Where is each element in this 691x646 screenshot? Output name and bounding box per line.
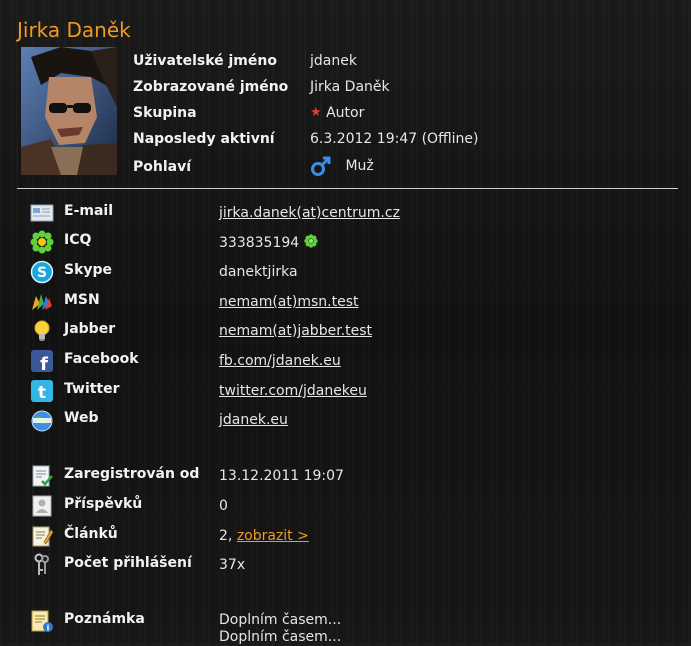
skype-icon: S	[30, 260, 54, 284]
contact-label: Twitter	[64, 381, 120, 397]
svg-text:i: i	[47, 624, 50, 633]
contact-row-email: E-mail jirka.danek(at)centrum.cz	[30, 203, 670, 229]
twitter-icon: t	[30, 379, 54, 403]
info-label: Skupina	[133, 105, 197, 121]
avatar	[21, 47, 117, 175]
divider	[17, 188, 678, 189]
posts-icon	[30, 494, 54, 518]
icq-number: 333835194	[219, 235, 300, 251]
web-link[interactable]: jdanek.eu	[219, 412, 288, 428]
articles-icon	[30, 524, 54, 548]
note-line: Doplním časem...	[219, 612, 342, 628]
note-text: Doplním časem... Doplním časem...	[219, 612, 341, 646]
star-icon: ★	[310, 105, 322, 120]
keys-icon	[30, 553, 54, 577]
stat-value: 0	[219, 498, 228, 514]
info-value: jdanek	[310, 53, 357, 69]
show-articles-link[interactable]: zobrazit >	[237, 528, 309, 544]
contact-label: Web	[64, 410, 99, 426]
msn-icon	[30, 290, 54, 314]
contact-row-facebook: f Facebook fb.com/jdanek.eu	[30, 349, 670, 377]
info-label: Zobrazované jméno	[133, 79, 289, 95]
contact-row-web: Web jdanek.eu	[30, 410, 670, 436]
stat-row-registered: Zaregistrován od 13.12.2011 19:07	[30, 464, 670, 492]
skype-value: danektjirka	[219, 264, 298, 280]
stat-row-logins: Počet přihlášení 37x	[30, 553, 670, 581]
contact-label: ICQ	[64, 232, 92, 248]
contact-row-msn: MSN nemam(at)msn.test	[30, 292, 670, 318]
contact-label: E-mail	[64, 203, 114, 219]
stat-label: Příspěvků	[64, 496, 143, 512]
web-icon	[30, 408, 54, 432]
msn-link[interactable]: nemam(at)msn.test	[219, 294, 358, 310]
stat-value: 37x	[219, 557, 246, 573]
stat-row-articles: Článků 2, zobrazit >	[30, 526, 670, 552]
email-icon	[30, 201, 54, 225]
contact-row-icq: ICQ 333835194	[30, 230, 670, 258]
note-icon: i	[30, 609, 54, 633]
registration-icon	[30, 464, 54, 488]
stat-label: Zaregistrován od	[64, 466, 200, 482]
icq-value: 333835194	[219, 234, 318, 252]
svg-text:S: S	[37, 265, 47, 281]
contact-label: MSN	[64, 292, 100, 308]
contact-row-twitter: t Twitter twitter.com/jdanekeu	[30, 379, 670, 407]
info-value: ★ Autor	[310, 105, 364, 121]
note-line: Doplním časem...	[219, 629, 342, 645]
contact-label: Jabber	[64, 321, 116, 337]
profile-title: Jirka Daněk	[17, 18, 131, 42]
gender-value: Muž	[345, 158, 374, 174]
jabber-link[interactable]: nemam(at)jabber.test	[219, 323, 372, 339]
facebook-link[interactable]: fb.com/jdanek.eu	[219, 353, 341, 369]
icq-icon	[30, 230, 54, 254]
jabber-icon	[30, 319, 54, 343]
stat-value: 2, zobrazit >	[219, 528, 309, 544]
contact-label: Skype	[64, 262, 113, 278]
info-value: Muž	[310, 155, 374, 177]
info-value: 6.3.2012 19:47 (Offline)	[310, 131, 479, 147]
contact-row-jabber: Jabber nemam(at)jabber.test	[30, 319, 670, 347]
male-icon	[310, 155, 332, 177]
info-label: Naposledy aktivní	[133, 131, 275, 147]
email-link[interactable]: jirka.danek(at)centrum.cz	[219, 205, 400, 221]
contact-label: Facebook	[64, 351, 139, 367]
stat-value: 13.12.2011 19:07	[219, 468, 344, 484]
note-row: i Poznámka	[30, 609, 670, 637]
info-label: Uživatelské jméno	[133, 53, 277, 69]
stat-label: Článků	[64, 526, 118, 542]
svg-text:f: f	[40, 354, 48, 373]
info-label: Pohlaví	[133, 159, 192, 175]
stat-row-posts: Příspěvků 0	[30, 494, 670, 522]
info-value: Jirka Daněk	[310, 79, 390, 95]
article-count: 2,	[219, 528, 233, 544]
note-label: Poznámka	[64, 611, 145, 627]
twitter-link[interactable]: twitter.com/jdanekeu	[219, 383, 367, 399]
facebook-icon: f	[30, 349, 54, 375]
group-name: Autor	[326, 105, 365, 121]
stat-label: Počet přihlášení	[64, 555, 192, 571]
contact-row-skype: S Skype danektjirka	[30, 260, 670, 288]
svg-text:t: t	[38, 383, 46, 403]
icq-status-icon	[303, 234, 318, 252]
